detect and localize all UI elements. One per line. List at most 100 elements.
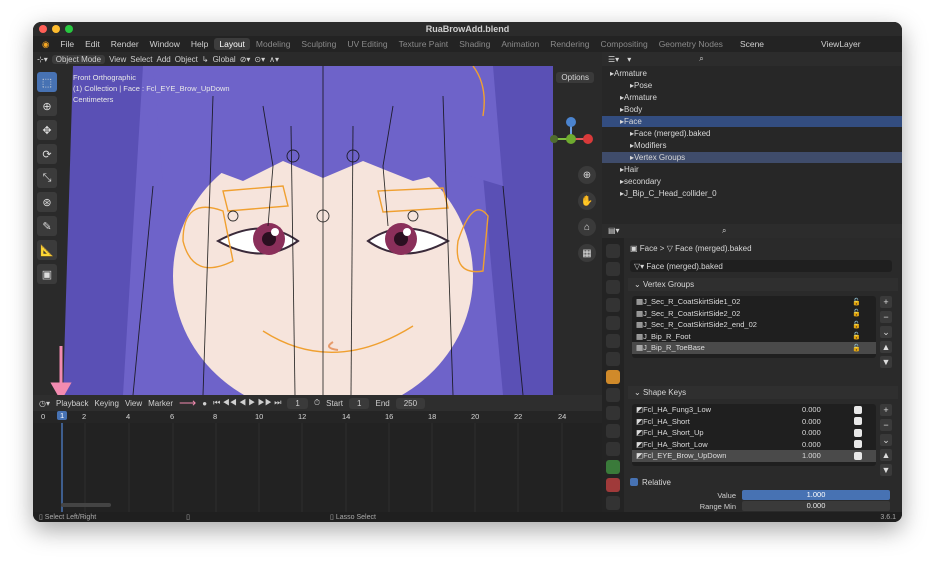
shape-key-row[interactable]: ◩ Fcl_HA_Short_Low 0.000 [632,439,876,451]
relative-checkbox[interactable] [630,478,638,486]
menu-render[interactable]: Render [106,38,144,50]
end-frame-field[interactable]: 250 [395,397,426,409]
current-frame-field[interactable]: 1 [287,397,308,409]
outliner-item[interactable]: ▸ Pose [602,80,902,91]
minimize-dot[interactable] [52,25,60,33]
outliner-item[interactable]: ▸ Vertex Groups [602,152,902,163]
playback-menu[interactable]: Playback [56,399,88,408]
lock-icon[interactable]: 🔓 [852,321,861,329]
current-frame-marker[interactable]: 1 [57,411,68,420]
workspace-tab-shading[interactable]: Shading [454,38,495,50]
shape-key-value[interactable]: 0.000 [802,440,821,449]
mesh-datablock-name[interactable]: Face (merged).baked [646,262,722,271]
shape-keys-panel-header[interactable]: ⌄ Shape Keys [628,386,898,399]
editor-type-icon[interactable]: ⊹▾ [37,55,48,64]
render-tab-icon[interactable] [606,262,620,276]
object-menu[interactable]: Object [175,55,198,64]
outliner-item[interactable]: ▸ Body [602,104,902,115]
transform-tool-icon[interactable]: ⊛ [37,192,57,212]
menu-window[interactable]: Window [145,38,185,50]
constraints-tab-icon[interactable] [606,442,620,456]
move-down-button[interactable]: ▼ [880,356,892,368]
outliner-item[interactable]: ▸ Armature [602,92,902,103]
marker-menu[interactable]: Marker [148,399,173,408]
collection-tab-icon[interactable] [606,352,620,366]
shape-key-mute-checkbox[interactable] [854,428,862,437]
frame-ruler[interactable]: 0 1 2 4 6 8 10 12 14 16 18 20 22 24 [33,411,602,423]
move-up-button[interactable]: ▲ [880,341,892,353]
shape-key-value[interactable]: 0.000 [802,428,821,437]
rotate-tool-icon[interactable]: ⟳ [37,144,57,164]
stopwatch-icon[interactable]: ⏱ [314,398,320,408]
add-shape-key-button[interactable]: + [880,404,892,416]
vertex-group-row[interactable]: ▦ J_Bip_R_Foot 🔓 [632,331,876,343]
add-cube-tool-icon[interactable]: ▣ [37,264,57,284]
lock-icon[interactable]: 🔓 [852,309,861,317]
shape-key-mute-checkbox[interactable] [854,405,862,414]
mesh-datablock-field[interactable]: ▽▾ Face (merged).baked [630,260,892,272]
shape-key-row[interactable]: ◩ Fcl_HA_Short 0.000 [632,416,876,428]
orientation-select[interactable]: Global [213,55,236,64]
scene-selector[interactable]: Scene [735,38,769,50]
outliner-filter-icon[interactable]: ▾ [627,55,631,64]
annotate-tool-icon[interactable]: ✎ [37,216,57,236]
range-min-field[interactable]: 0.000 [742,501,890,511]
record-icon[interactable]: ● [202,399,207,408]
outliner-item[interactable]: ▸ secondary [602,176,902,187]
vertex-group-row[interactable]: ▦ J_Sec_R_CoatSkirtSide2_02 🔓 [632,308,876,320]
select-menu[interactable]: Select [130,55,152,64]
modifier-tab-icon[interactable] [606,388,620,402]
remove-vertex-group-button[interactable]: − [880,311,892,323]
camera-icon[interactable]: ⌂ [578,218,596,236]
outliner-item[interactable]: ▸ Face (merged).baked [602,128,902,139]
vertex-group-row[interactable]: ▦ J_Bip_R_ToeBase 🔓 [632,342,876,354]
add-vertex-group-button[interactable]: + [880,296,892,308]
shape-key-menu-button[interactable]: ⌄ [880,434,892,446]
relative-checkbox-row[interactable]: Relative [630,476,671,488]
vertex-groups-panel-header[interactable]: ⌄ Vertex Groups [628,278,898,291]
material-tab-icon[interactable] [606,478,620,492]
3d-viewport[interactable]: ⬚ ⊕ ✥ ⟳ ⤡ ⊛ ✎ 📐 ▣ Front Orthographic (1)… [33,66,602,395]
scale-tool-icon[interactable]: ⤡ [37,168,57,188]
outliner-item[interactable]: ▸ Hair [602,164,902,175]
pivot-icon[interactable]: ⊘▾ [240,55,251,64]
pan-hand-icon[interactable]: ✋ [578,192,596,210]
shape-key-mute-checkbox[interactable] [854,451,862,460]
outliner-search-icon[interactable]: ⌕ [699,54,703,64]
texture-tab-icon[interactable] [606,496,620,510]
workspace-tab-animation[interactable]: Animation [496,38,544,50]
vertex-group-row[interactable]: ▦ J_Sec_R_CoatSkirtSide2_end_02 🔓 [632,319,876,331]
lock-icon[interactable]: 🔓 [852,344,861,352]
outliner-item[interactable]: ▸ J_Bip_C_Head_collider_0 [602,188,902,199]
outliner-item[interactable]: ▸ Face [602,116,902,127]
vertex-group-menu-button[interactable]: ⌄ [880,326,892,338]
properties-editor-icon[interactable]: ▤▾ [608,226,620,235]
zoom-dot[interactable] [65,25,73,33]
particles-tab-icon[interactable] [606,406,620,420]
shape-key-mute-checkbox[interactable] [854,417,862,426]
data-tab-icon[interactable] [606,460,620,474]
lock-icon[interactable]: 🔓 [852,332,861,340]
value-field[interactable]: 1.000 [742,490,890,500]
tool-tab-icon[interactable] [606,244,620,258]
playback-controls[interactable]: ⏮ ◀◀ ◀ ▶ ▶▶ ⏭ [213,398,281,408]
output-tab-icon[interactable] [606,280,620,294]
shape-key-row[interactable]: ◩ Fcl_HA_Fung3_Low 0.000 [632,404,876,416]
view-layer-tab-icon[interactable] [606,298,620,312]
view-menu[interactable]: View [109,55,126,64]
workspace-tab-sculpting[interactable]: Sculpting [296,38,341,50]
outliner-item[interactable]: ▸ Armature [602,68,902,79]
remove-shape-key-button[interactable]: − [880,419,892,431]
add-menu[interactable]: Add [157,55,171,64]
world-tab-icon[interactable] [606,334,620,348]
shape-key-up-button[interactable]: ▲ [880,449,892,461]
menu-file[interactable]: File [55,38,79,50]
move-tool-icon[interactable]: ✥ [37,120,57,140]
workspace-tab-rendering[interactable]: Rendering [545,38,594,50]
menu-help[interactable]: Help [186,38,213,50]
outliner-editor-icon[interactable]: ☰▾ [608,55,619,64]
start-frame-field[interactable]: 1 [349,397,370,409]
workspace-tab-uv-editing[interactable]: UV Editing [342,38,392,50]
measure-tool-icon[interactable]: 📐 [37,240,57,260]
snap-icon[interactable]: ⊙▾ [254,55,265,64]
